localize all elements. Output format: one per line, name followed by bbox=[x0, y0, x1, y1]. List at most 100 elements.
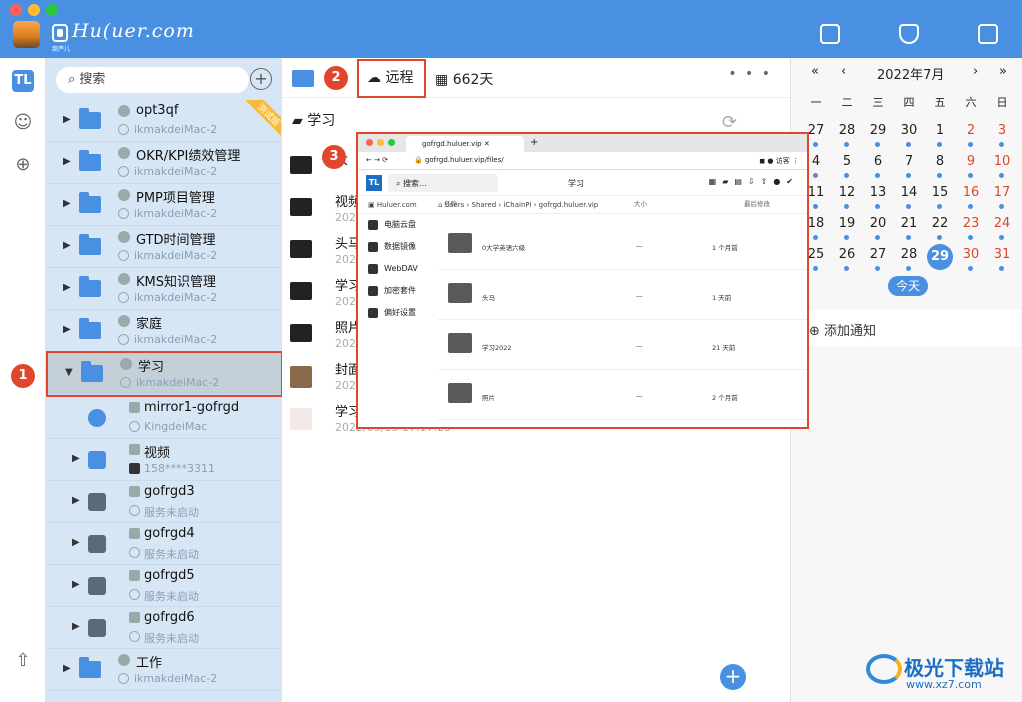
table-row[interactable]: 照片 — 2 个月前 bbox=[438, 372, 807, 420]
add-fab-button[interactable]: + bbox=[720, 664, 746, 690]
tree-row[interactable]: ▶ opt3qf ikmakdeiMac-2 测试版 bbox=[46, 100, 282, 142]
calendar-day[interactable]: 21 bbox=[896, 213, 922, 240]
calendar-day[interactable]: 12 bbox=[834, 182, 860, 209]
calendar-day[interactable]: 8 bbox=[927, 151, 953, 178]
prev-month-button[interactable]: ‹ bbox=[841, 64, 846, 79]
child-row[interactable]: ▶ 视频 158****3311 bbox=[46, 439, 282, 481]
calendar-day[interactable]: 24 bbox=[989, 213, 1015, 240]
tree-row[interactable]: ▶ KMS知识管理 ikmakdeiMac-2 bbox=[46, 268, 282, 310]
table-row[interactable]: 0大学英语六级 — 1 个月前 bbox=[438, 222, 807, 270]
today-button[interactable]: 今天 bbox=[888, 276, 928, 296]
expand-arrow-icon[interactable]: ▶ bbox=[63, 240, 71, 251]
tree-row[interactable]: ▶ 家庭 ikmakdeiMac-2 bbox=[46, 310, 282, 352]
expand-arrow-icon[interactable]: ▶ bbox=[63, 282, 71, 293]
calendar-day[interactable]: 29 bbox=[865, 120, 891, 147]
expand-arrow-icon[interactable]: ▶ bbox=[63, 114, 71, 125]
tree-row[interactable]: ▶ GTD时间管理 ikmakdeiMac-2 bbox=[46, 226, 282, 268]
add-button[interactable]: + bbox=[250, 68, 272, 90]
expand-arrow-icon[interactable]: ▶ bbox=[72, 453, 80, 464]
browser-toolbar-icons[interactable]: ▦▰▤⇩⇧●✔ bbox=[709, 177, 799, 186]
nav-item[interactable]: WebDAV bbox=[358, 258, 438, 280]
calendar-day[interactable]: 3 bbox=[989, 120, 1015, 147]
nav-item[interactable]: 加密套件 bbox=[358, 280, 438, 302]
calendar-day[interactable]: 7 bbox=[896, 151, 922, 178]
child-row[interactable]: ▶ gofrgd5 服务未启动 bbox=[46, 565, 282, 607]
calendar-day[interactable]: 27 bbox=[865, 244, 891, 271]
calendar-day[interactable]: 2 bbox=[958, 120, 984, 147]
child-row[interactable]: ▶ gofrgd4 服务未启动 bbox=[46, 523, 282, 565]
calendar-day[interactable]: 29 bbox=[927, 244, 953, 270]
calendar-day[interactable]: 23 bbox=[958, 213, 984, 240]
tree-row[interactable]: ▶ PMP项目管理 ikmakdeiMac-2 bbox=[46, 184, 282, 226]
table-row[interactable]: 学习2022 — 21 天前 bbox=[438, 322, 807, 370]
col-size[interactable]: 大小 bbox=[634, 198, 647, 208]
calendar-day[interactable]: 16 bbox=[958, 182, 984, 209]
calendar-day[interactable]: 1 bbox=[927, 120, 953, 147]
expand-arrow-icon[interactable]: ▶ bbox=[72, 579, 80, 590]
calendar-day[interactable]: 10 bbox=[989, 151, 1015, 178]
search-input[interactable]: ⌕ 搜索 bbox=[56, 67, 249, 93]
user-icon[interactable]: ☺ bbox=[12, 112, 34, 134]
calendar-day[interactable]: 15 bbox=[927, 182, 953, 209]
breadcrumb-logo[interactable]: ▣ Huluer.com bbox=[368, 201, 417, 209]
refresh-icon[interactable]: ⟳ bbox=[722, 112, 737, 133]
calendar-day[interactable]: 20 bbox=[865, 213, 891, 240]
expand-arrow-icon[interactable]: ▶ bbox=[72, 495, 80, 506]
more-button[interactable]: • • • bbox=[728, 66, 772, 82]
nav-item[interactable]: 偏好设置 bbox=[358, 302, 438, 324]
calendar-icon[interactable] bbox=[978, 24, 998, 44]
apps-icon[interactable]: ⊕ bbox=[12, 154, 34, 176]
calendar-day[interactable]: 17 bbox=[989, 182, 1015, 209]
calendar-day[interactable]: 28 bbox=[834, 120, 860, 147]
visitor-button[interactable]: ◼ ● 访客 ⋮ bbox=[759, 156, 799, 166]
prev-year-button[interactable]: « bbox=[811, 64, 819, 79]
zoom-window-button[interactable] bbox=[46, 4, 58, 16]
child-row[interactable]: mirror1-gofrgd KingdeiMac bbox=[46, 397, 282, 439]
tree-row[interactable]: ▶ OKR/KPI绩效管理 ikmakdeiMac-2 bbox=[46, 142, 282, 184]
calendar-day[interactable]: 22 bbox=[927, 213, 953, 240]
shield-icon[interactable] bbox=[899, 24, 919, 44]
next-month-button[interactable]: › bbox=[973, 64, 978, 79]
remote-button[interactable]: ☁ 远程 bbox=[357, 59, 426, 98]
url-field[interactable]: 🔒 gofrgd.huluer.vip/files/ bbox=[414, 156, 504, 164]
home-app-icon[interactable]: TL bbox=[12, 70, 34, 92]
calendar-day[interactable]: 19 bbox=[834, 213, 860, 240]
calendar-day[interactable]: 30 bbox=[958, 244, 984, 271]
expand-arrow-icon[interactable]: ▶ bbox=[63, 663, 71, 674]
cloud-upload-icon[interactable]: ⇧ bbox=[12, 650, 34, 672]
child-row[interactable]: ▶ gofrgd3 服务未启动 bbox=[46, 481, 282, 523]
days-counter[interactable]: ▦ 662天 bbox=[435, 69, 493, 89]
minimize-window-button[interactable] bbox=[28, 4, 40, 16]
calendar-day[interactable]: 9 bbox=[958, 151, 984, 178]
search-web-icon[interactable] bbox=[820, 24, 840, 44]
calendar-day[interactable]: 30 bbox=[896, 120, 922, 147]
calendar-day[interactable]: 31 bbox=[989, 244, 1015, 271]
calendar-day[interactable]: 14 bbox=[896, 182, 922, 209]
next-year-button[interactable]: » bbox=[999, 64, 1007, 79]
calendar-day[interactable]: 6 bbox=[865, 151, 891, 178]
new-tab-icon[interactable]: + bbox=[530, 137, 538, 148]
expand-arrow-icon[interactable]: ▶ bbox=[72, 537, 80, 548]
expand-arrow-icon[interactable]: ▶ bbox=[63, 324, 71, 335]
browser-tab[interactable]: gofrgd.huluer.vip ✕ bbox=[406, 136, 524, 152]
add-notice[interactable]: ⊕ 添加通知 bbox=[809, 320, 876, 339]
calendar-day[interactable]: 26 bbox=[834, 244, 860, 271]
collapse-arrow-icon[interactable]: ▼ bbox=[65, 367, 73, 378]
folder-icon[interactable] bbox=[292, 70, 314, 87]
tree-row-selected[interactable]: ▼ 学习 ikmakdeiMac-2 bbox=[46, 351, 282, 397]
expand-arrow-icon[interactable]: ▶ bbox=[63, 198, 71, 209]
calendar-day[interactable]: 28 bbox=[896, 244, 922, 271]
col-modified[interactable]: 最后修改 bbox=[744, 198, 770, 208]
tree-row[interactable]: ▶ 工作 ikmakdeiMac-2 bbox=[46, 649, 282, 691]
expand-arrow-icon[interactable]: ▶ bbox=[72, 621, 80, 632]
child-row[interactable]: ▶ gofrgd6 服务未启动 bbox=[46, 607, 282, 649]
browser-search-input[interactable]: ⌕ 搜索... bbox=[388, 174, 498, 192]
nav-item[interactable]: 电脑云盘 bbox=[358, 214, 438, 236]
close-window-button[interactable] bbox=[10, 4, 22, 16]
avatar[interactable] bbox=[13, 21, 40, 48]
table-row[interactable]: 头马 — 1 天前 bbox=[438, 272, 807, 320]
calendar-day[interactable]: 5 bbox=[834, 151, 860, 178]
expand-arrow-icon[interactable]: ▶ bbox=[63, 156, 71, 167]
nav-item[interactable]: 数据镜像 bbox=[358, 236, 438, 258]
col-name[interactable]: 名称 bbox=[444, 198, 457, 208]
